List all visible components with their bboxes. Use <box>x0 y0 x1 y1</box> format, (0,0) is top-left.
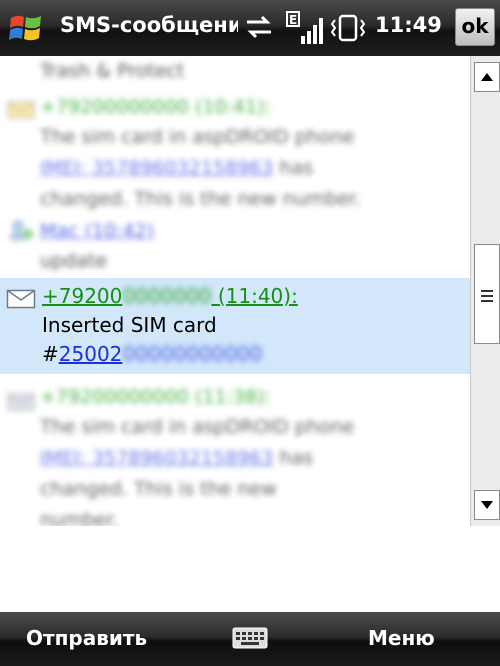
sim-number-link[interactable]: 2500200000000000 <box>59 342 263 366</box>
envelope-icon <box>7 393 35 411</box>
user-icon <box>10 220 33 241</box>
sync-arrows-icon <box>247 15 271 39</box>
message-sender[interactable]: +792000000000 (11:40): <box>42 284 298 308</box>
send-softkey[interactable]: Отправить <box>26 626 147 650</box>
envelope-icon <box>7 101 35 119</box>
triangle-up-icon <box>481 73 493 81</box>
message-body: The sim card in aspDROID phone IMEI: 357… <box>40 416 355 526</box>
scroll-thumb[interactable] <box>474 244 500 344</box>
signal-edge-icon: E <box>286 11 323 44</box>
masked-number: 0000000 <box>122 284 212 308</box>
vertical-scrollbar[interactable] <box>470 56 500 526</box>
envelope-icon <box>6 289 36 309</box>
message-text: Inserted SIM card <box>42 313 217 337</box>
softkey-bar: Отправить Меню <box>0 612 500 666</box>
clock: 11:49 <box>375 13 442 37</box>
ok-button[interactable]: ok <box>455 8 495 46</box>
title-bar: SMS-сообщени E 11:49 ok <box>0 0 500 56</box>
windows-start-icon[interactable] <box>6 8 46 48</box>
blurred-fragment: Trash & Protect <box>40 60 185 82</box>
message-header[interactable]: Mac (10:42) <box>40 220 154 242</box>
grip-icon <box>481 290 493 302</box>
message-list[interactable]: Trash & Protect +79200000000 (10:41): Th… <box>0 56 470 526</box>
message-header[interactable]: +79200000000 (10:41): <box>40 96 271 118</box>
message-body: The sim card in aspDROID phone IMEI: 357… <box>40 126 362 210</box>
status-icons: E <box>247 11 366 44</box>
menu-softkey[interactable]: Меню <box>368 626 435 650</box>
app-title: SMS-сообщени <box>60 13 238 37</box>
selected-message[interactable]: +792000000000 (11:40): Inserted SIM card… <box>0 278 470 374</box>
message-body: update <box>40 250 107 272</box>
vibrate-icon <box>330 14 366 42</box>
scroll-down-button[interactable] <box>474 490 500 520</box>
keyboard-icon[interactable] <box>232 626 268 650</box>
message-header[interactable]: +79200000000 (11:38): <box>40 386 271 408</box>
message-text-line2: #2500200000000000 <box>42 342 263 366</box>
triangle-down-icon <box>481 501 493 509</box>
scroll-up-button[interactable] <box>474 62 500 92</box>
svg-text:E: E <box>289 13 297 27</box>
